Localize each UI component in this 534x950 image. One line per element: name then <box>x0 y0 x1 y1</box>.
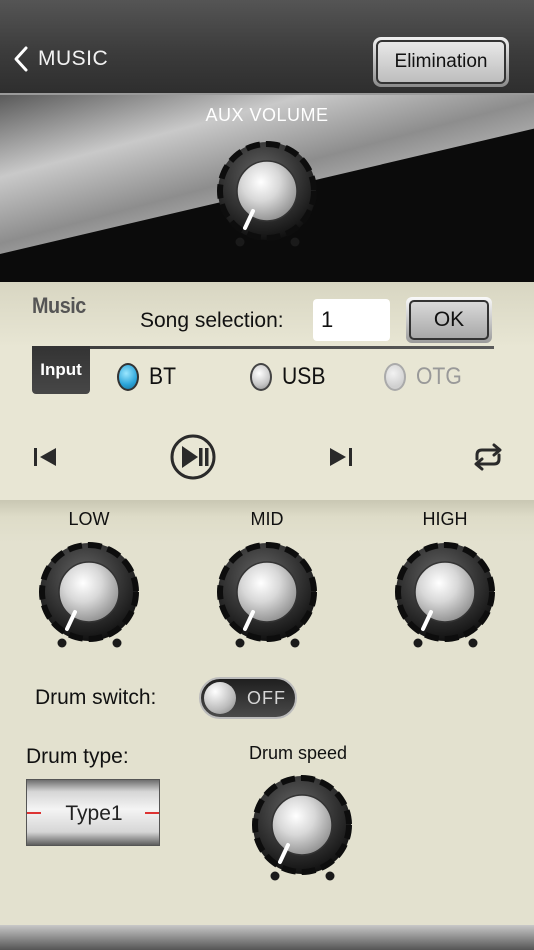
high-knob[interactable] <box>395 542 495 652</box>
elimination-button[interactable]: Elimination <box>376 40 506 84</box>
repeat-button[interactable] <box>469 442 507 472</box>
mid-knob[interactable] <box>217 542 317 652</box>
ok-button-frame: OK <box>406 297 492 343</box>
elimination-button-frame: Elimination <box>373 37 509 87</box>
drum-speed-knob[interactable] <box>252 775 352 885</box>
radio-disabled-icon <box>384 363 406 391</box>
input-bt-label: BT <box>149 363 176 390</box>
drum-switch-label: Drum switch: <box>35 686 157 709</box>
drum-type-selector[interactable]: Type1 <box>26 779 160 846</box>
radio-selected-icon <box>117 363 139 391</box>
song-selection-input[interactable] <box>313 299 390 341</box>
aux-volume-label: AUX VOLUME <box>205 105 329 125</box>
drum-type-value: Type1 <box>65 802 123 825</box>
ok-button[interactable]: OK <box>409 300 489 340</box>
bottom-bar <box>0 925 534 950</box>
chevron-left-icon <box>14 46 28 72</box>
low-label: LOW <box>68 509 110 529</box>
drum-type-label: Drum type: <box>26 745 129 768</box>
play-pause-button[interactable] <box>169 433 217 481</box>
input-otg-radio[interactable]: OTG <box>384 363 468 391</box>
radio-unselected-icon <box>250 363 272 391</box>
top-bar: MUSIC Elimination <box>0 0 534 95</box>
skip-next-icon <box>330 448 352 466</box>
input-usb-label: USB <box>282 363 326 390</box>
drum-speed-label: Drum speed <box>249 743 348 763</box>
input-bt-radio[interactable]: BT <box>117 363 180 391</box>
repeat-icon <box>474 443 502 471</box>
previous-button[interactable] <box>30 443 60 471</box>
input-otg-label: OTG <box>416 363 462 390</box>
aux-volume-knob[interactable] <box>217 141 317 251</box>
music-title: Music <box>32 293 86 318</box>
divider <box>34 346 494 349</box>
toggle-thumb <box>204 682 236 714</box>
high-label: HIGH <box>422 509 468 529</box>
skip-previous-icon <box>34 448 56 466</box>
next-button[interactable] <box>326 443 356 471</box>
low-knob[interactable] <box>39 542 139 652</box>
drum-switch-toggle[interactable]: OFF <box>199 677 297 719</box>
play-pause-icon <box>170 434 216 480</box>
back-button[interactable]: MUSIC <box>12 44 108 74</box>
mid-label: MID <box>250 509 284 529</box>
toggle-state-label: OFF <box>247 688 286 708</box>
input-label: Input <box>32 346 90 394</box>
song-selection-label: Song selection: <box>140 309 284 332</box>
back-label: MUSIC <box>38 47 109 70</box>
input-usb-radio[interactable]: USB <box>250 363 331 391</box>
